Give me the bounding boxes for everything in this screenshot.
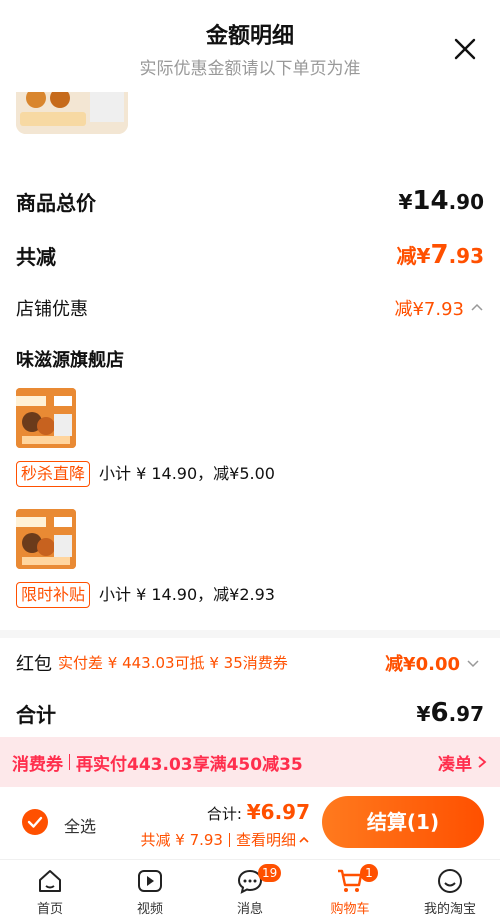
goods-total-label: 商品总价 [16, 190, 96, 215]
coupon-bar: 消费券 再实付443.03享满450减35 凑单 [0, 737, 500, 787]
store-discount-value: 减¥7.93 [394, 295, 484, 321]
tab-cart[interactable]: 购物车 1 [300, 860, 400, 918]
hongbao-hint: 实付差 ¥ 443.03可抵 ¥ 35消费券 [58, 654, 288, 672]
view-detail-link[interactable]: 查看明细 [236, 829, 296, 850]
tab-label: 首页 [36, 902, 63, 917]
amount-detail-page: 金额明细 实际优惠金额请以下单页为准 商品总价 ¥14.90 共减 减¥7.93… [0, 0, 500, 918]
unread-badge: 19 [258, 864, 282, 882]
store-discount-label: 店铺优惠 [16, 299, 88, 320]
profile-icon [438, 869, 462, 893]
chevron-up-icon [299, 836, 309, 843]
home-icon [39, 870, 61, 892]
chevron-up-icon [471, 303, 483, 311]
total-value: ¥6.97 [416, 698, 484, 728]
tab-label: 消息 [236, 902, 263, 917]
check-icon [27, 816, 43, 828]
section-separator [0, 630, 500, 638]
tab-label: 购物车 [330, 902, 370, 917]
hongbao-label: 红包 [16, 654, 52, 675]
add-items-link[interactable]: 凑单 [438, 750, 488, 775]
page-subtitle: 实际优惠金额请以下单页为准 [139, 59, 361, 79]
product-thumbnail [16, 388, 76, 448]
close-button[interactable] [450, 34, 480, 64]
total-row: 合计 ¥6.97 [16, 698, 484, 728]
total-reduce-value: 减¥7.93 [396, 240, 484, 270]
coupon-tag: 消费券 [12, 754, 63, 775]
cart-badge: 1 [360, 864, 378, 882]
select-all-checkbox[interactable] [22, 809, 48, 835]
bottom-sum: 合计: ¥6.97 [206, 800, 310, 824]
tab-label: 视频 [136, 902, 163, 917]
total-reduce-row: 共减 减¥7.93 [16, 240, 484, 270]
tab-label: 我的淘宝 [423, 902, 476, 917]
store-discount-row[interactable]: 店铺优惠 减¥7.93 [16, 295, 484, 321]
tab-my-taobao[interactable]: 我的淘宝 [400, 860, 500, 918]
header: 金额明细 实际优惠金额请以下单页为准 [0, 0, 500, 92]
total-label: 合计 [16, 702, 56, 727]
promo-tag: 秒杀直降 [16, 461, 91, 487]
hongbao-value[interactable]: 减¥0.00 [385, 650, 480, 676]
checkout-button[interactable]: 结算(1) [322, 796, 484, 848]
tab-video[interactable]: 视频 [100, 860, 200, 918]
product-thumbnail [16, 509, 76, 569]
tab-messages[interactable]: 消息 19 [200, 860, 300, 918]
promo-tag: 限时补贴 [16, 582, 91, 608]
total-reduce-label: 共减 [16, 244, 56, 269]
bottom-tab-bar: 首页 视频 消息 19 购物车 1 我的淘宝 [0, 859, 500, 918]
coupon-text: 再实付443.03享满450减35 [76, 754, 303, 775]
promo-detail: 小计 ¥ 14.90，减¥2.93 [99, 585, 275, 604]
store-name: 味滋源旗舰店 [16, 350, 124, 371]
bottom-reduce: 共减 ¥ 7.93 查看明细 [141, 829, 311, 850]
coupon-divider [69, 754, 70, 770]
video-icon [138, 870, 162, 892]
select-all-label[interactable]: 全选 [64, 813, 96, 837]
goods-total-value: ¥14.90 [398, 186, 484, 216]
chevron-right-icon [478, 756, 487, 768]
promo-detail: 小计 ¥ 14.90，减¥5.00 [99, 464, 275, 483]
product-thumbnail-top [16, 92, 128, 134]
goods-total-row: 商品总价 ¥14.90 [16, 186, 484, 216]
close-icon [454, 38, 476, 60]
page-title: 金额明细 [205, 24, 294, 49]
chevron-down-icon [467, 660, 479, 668]
divider [228, 832, 230, 847]
tab-home[interactable]: 首页 [0, 860, 100, 918]
